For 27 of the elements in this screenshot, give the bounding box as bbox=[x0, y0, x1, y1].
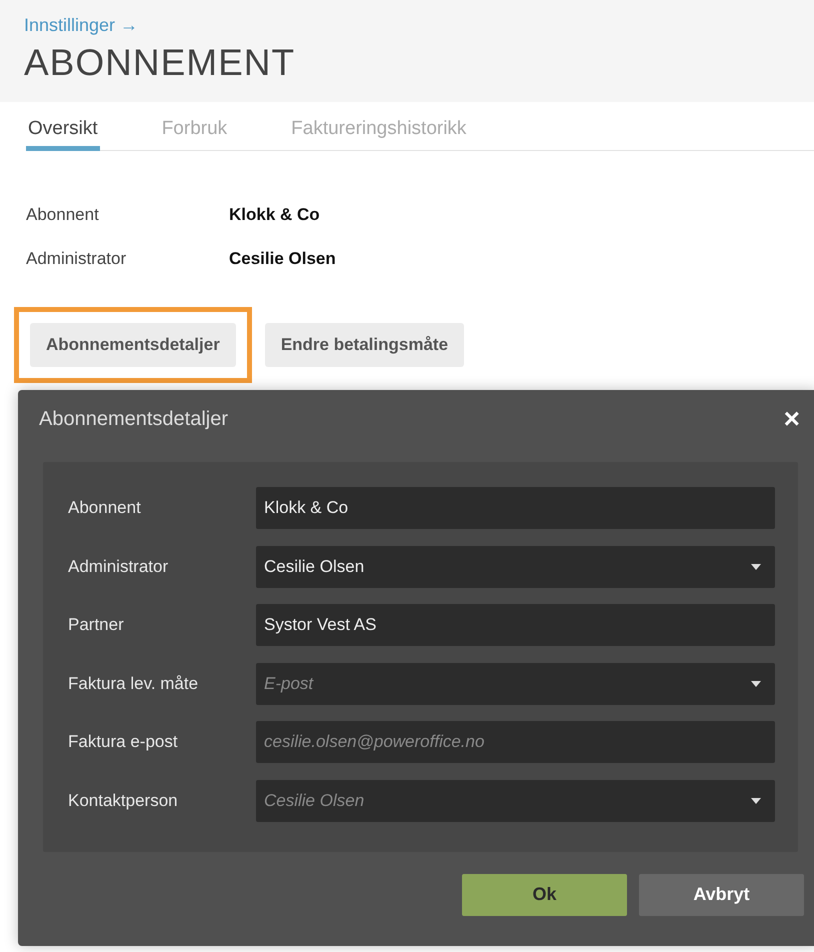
field-label: Faktura e-post bbox=[68, 732, 179, 752]
action-button[interactable]: Abonnementsdetaljer bbox=[30, 323, 236, 367]
info-value: Klokk & Co bbox=[229, 205, 321, 225]
caret-icon bbox=[751, 798, 761, 804]
info-label: Administrator bbox=[26, 249, 128, 269]
close-button[interactable]: × bbox=[784, 405, 800, 433]
input-field[interactable]: cesilie.olsen@poweroffice.no bbox=[256, 721, 775, 763]
select-field[interactable]: Cesilie Olsen bbox=[256, 780, 775, 822]
field-label: Kontaktperson bbox=[68, 790, 179, 810]
cancel-button[interactable]: Avbryt bbox=[639, 874, 804, 916]
input-field[interactable]: Klokk & Co bbox=[256, 487, 775, 529]
action-button[interactable]: Endre betalingsmåte bbox=[264, 323, 464, 367]
ok-button[interactable]: Ok bbox=[462, 874, 627, 916]
field-label: Abonnent bbox=[68, 498, 142, 518]
field-label: Administrator bbox=[68, 556, 170, 576]
info-value: Cesilie Olsen bbox=[229, 249, 337, 269]
tab[interactable]: Oversikt bbox=[26, 116, 100, 151]
select-field[interactable]: Cesilie Olsen bbox=[256, 546, 775, 588]
select-field[interactable]: E-post bbox=[256, 662, 775, 704]
info-label: Abonnent bbox=[26, 205, 100, 225]
caret-icon bbox=[751, 564, 761, 570]
field-label: Partner bbox=[68, 615, 125, 635]
field-label: Faktura lev. måte bbox=[68, 674, 200, 694]
input-field[interactable]: Systor Vest AS bbox=[256, 604, 775, 646]
page-title: ABONNEMENT bbox=[24, 42, 296, 84]
dialog-title: Abonnementsdetaljer bbox=[39, 408, 228, 430]
caret-icon bbox=[751, 680, 761, 686]
